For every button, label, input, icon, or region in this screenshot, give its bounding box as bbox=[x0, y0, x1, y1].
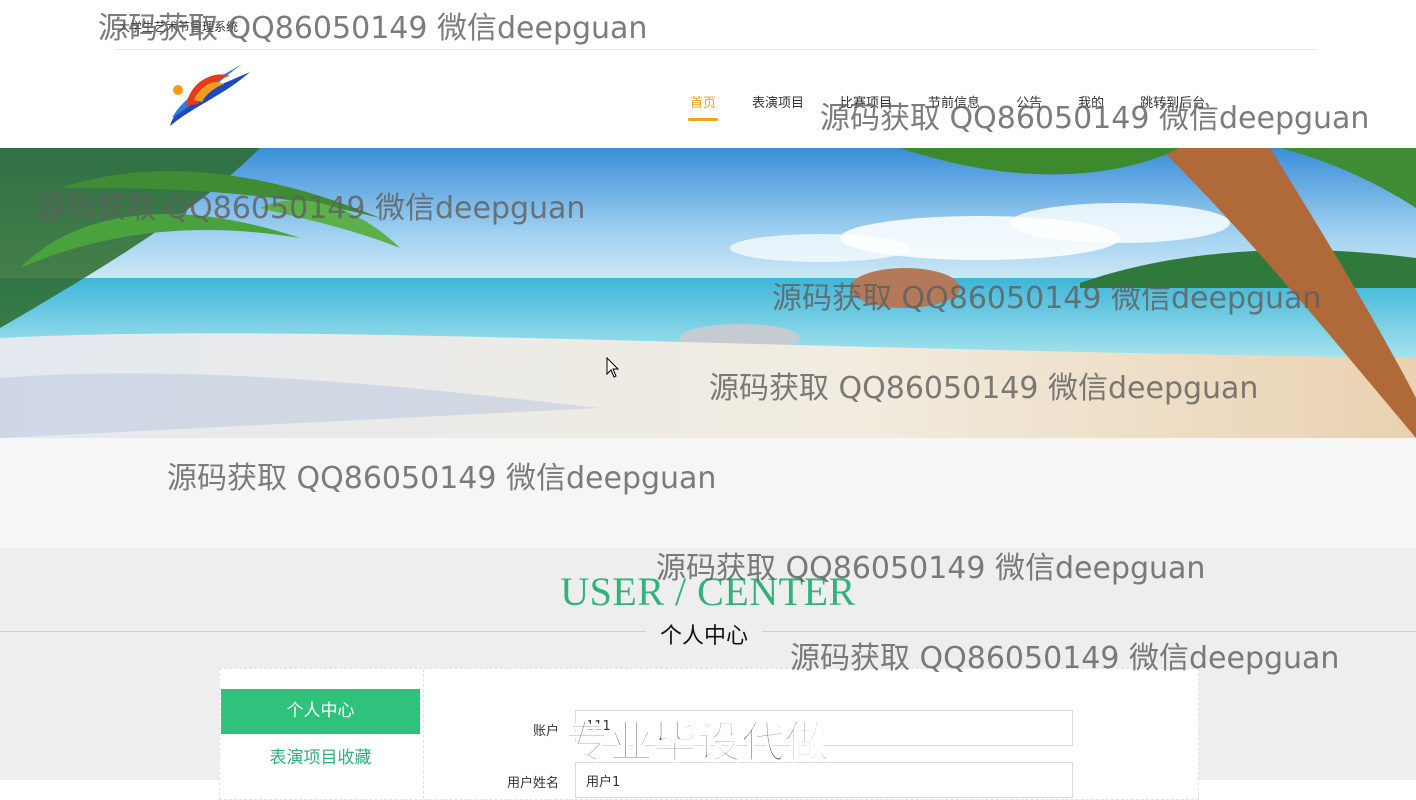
nav-competition[interactable]: 比赛项目 bbox=[840, 92, 892, 121]
nav-announcement[interactable]: 公告 bbox=[1016, 92, 1042, 121]
main-nav: 首页 表演项目 比赛项目 节前信息 公告 我的 跳转到后台 bbox=[687, 92, 1241, 121]
mouse-cursor-icon bbox=[606, 357, 620, 378]
nav-home[interactable]: 首页 bbox=[687, 92, 719, 121]
section-title-en: USER / CENTER bbox=[560, 569, 856, 614]
top-bar: 大学生艺术节管理系统 bbox=[0, 0, 1416, 50]
username-label: 用户姓名 bbox=[506, 776, 559, 791]
sidebar-item-performance-favorites[interactable]: 表演项目收藏 bbox=[221, 743, 420, 768]
site-title: 大学生艺术节管理系统 bbox=[118, 20, 239, 34]
account-label: 账户 bbox=[532, 724, 559, 739]
sidebar-item-user-center[interactable]: 个人中心 bbox=[221, 689, 420, 734]
banner-image bbox=[0, 148, 1416, 438]
header: 首页 表演项目 比赛项目 节前信息 公告 我的 跳转到后台 bbox=[0, 50, 1416, 148]
section-title-zh: 个人中心 bbox=[646, 618, 763, 650]
promo-stamp-text: 专业毕设代做 bbox=[564, 716, 830, 769]
spacer-band bbox=[0, 438, 1416, 548]
nav-festival-info[interactable]: 节前信息 bbox=[928, 92, 980, 121]
nav-mine[interactable]: 我的 bbox=[1078, 92, 1104, 121]
nav-performance[interactable]: 表演项目 bbox=[752, 92, 804, 121]
logo-icon[interactable] bbox=[164, 60, 256, 132]
nav-admin[interactable]: 跳转到后台 bbox=[1140, 92, 1205, 121]
